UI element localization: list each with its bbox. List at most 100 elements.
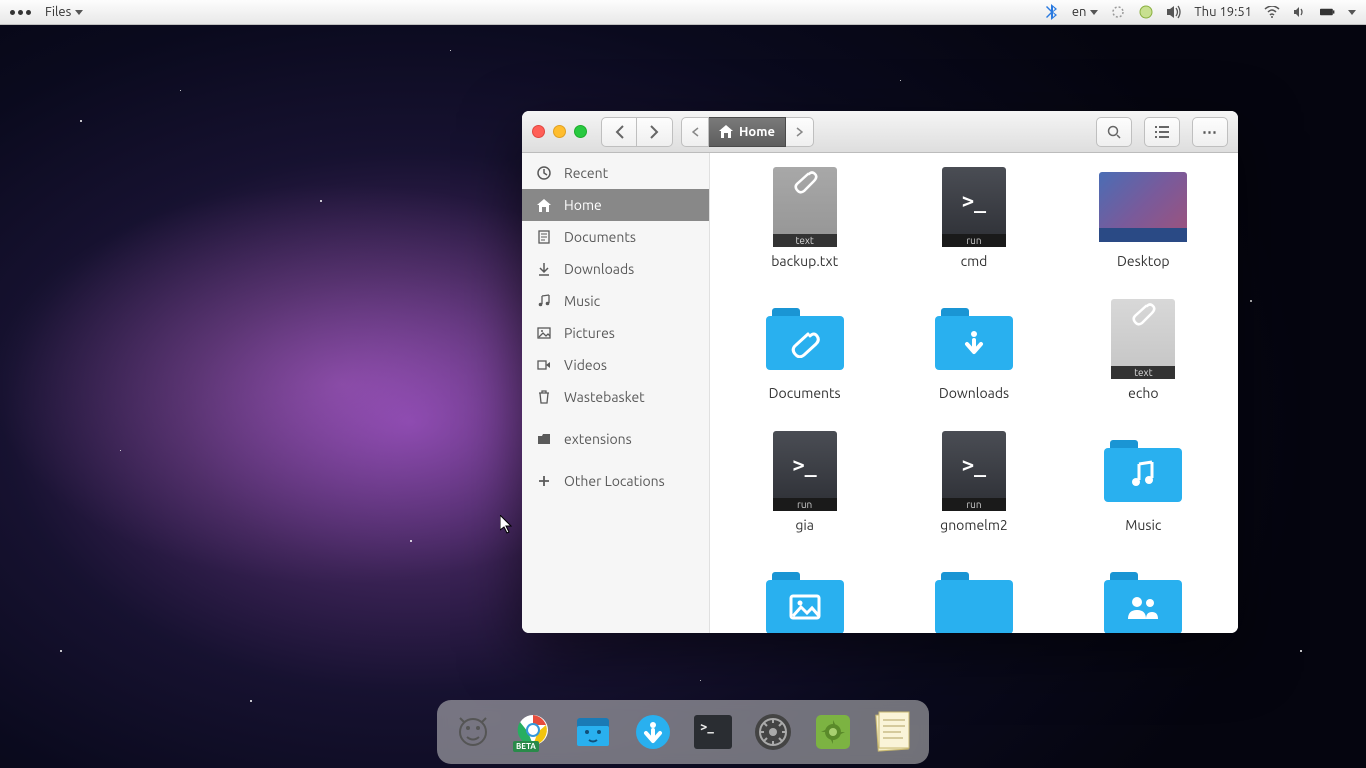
file-label: backup.txt <box>771 253 838 269</box>
chevron-down-icon <box>1090 10 1098 15</box>
hamburger-menu-button[interactable]: ⋯ <box>1192 117 1228 147</box>
sidebar-item-label: Music <box>564 293 600 309</box>
chevron-down-icon <box>75 10 83 15</box>
clock-icon <box>536 166 552 180</box>
sidebar-item-label: Home <box>564 197 602 213</box>
file-item[interactable]: Desktop <box>1069 167 1218 269</box>
wifi-icon[interactable] <box>1264 4 1280 20</box>
sidebar-item-wastebasket[interactable]: Wastebasket <box>522 381 709 413</box>
folder-icon <box>1104 572 1182 633</box>
file-item[interactable]: Downloads <box>899 299 1048 401</box>
file-item[interactable] <box>899 563 1048 633</box>
dock-tweaks[interactable] <box>807 706 859 758</box>
sidebar-item-label: Wastebasket <box>564 389 645 405</box>
file-item[interactable] <box>1069 563 1218 633</box>
file-item[interactable]: Documents <box>730 299 879 401</box>
bluetooth-icon[interactable] <box>1044 4 1060 20</box>
sidebar-item-label: Recent <box>564 165 608 181</box>
file-item[interactable]: text echo <box>1069 299 1218 401</box>
dock-software[interactable] <box>627 706 679 758</box>
script-file-icon: >_run <box>942 167 1006 247</box>
file-item[interactable]: Music <box>1069 431 1218 533</box>
sound-icon[interactable] <box>1292 4 1308 20</box>
dock: BETA >_ <box>437 700 929 764</box>
activities-button[interactable] <box>10 10 31 15</box>
dock-settings[interactable] <box>747 706 799 758</box>
system-menu-chevron-icon[interactable] <box>1348 10 1356 15</box>
volume-icon[interactable] <box>1166 4 1182 20</box>
dock-terminal[interactable]: >_ <box>687 706 739 758</box>
sidebar-item-music[interactable]: Music <box>522 285 709 317</box>
file-item[interactable] <box>730 563 879 633</box>
top-panel: Files en Thu 19:51 <box>0 0 1366 25</box>
file-label: Documents <box>769 385 841 401</box>
sidebar-item-label: Downloads <box>564 261 634 277</box>
keyboard-layout[interactable]: en <box>1072 5 1099 19</box>
file-label: Desktop <box>1117 253 1170 269</box>
file-label: gnomelm2 <box>940 517 1008 533</box>
sidebar-item-home[interactable]: Home <box>522 189 709 221</box>
script-file-icon: >_run <box>942 431 1006 511</box>
plus-icon <box>536 475 552 487</box>
file-item[interactable]: >_run gnomelm2 <box>899 431 1048 533</box>
back-button[interactable] <box>601 117 637 147</box>
sidebar-item-videos[interactable]: Videos <box>522 349 709 381</box>
dock-notes[interactable] <box>867 706 919 758</box>
sidebar-item-pictures[interactable]: Pictures <box>522 317 709 349</box>
sidebar-item-documents[interactable]: Documents <box>522 221 709 253</box>
tray-app-icon[interactable] <box>1138 4 1154 20</box>
sidebar-other-locations[interactable]: Other Locations <box>522 465 709 497</box>
vid-icon <box>536 360 552 370</box>
file-manager-window: Home ⋯ Recent Home Documents Downloads Music… <box>522 111 1238 633</box>
desktop-folder-icon <box>1099 172 1187 242</box>
file-label: echo <box>1128 385 1158 401</box>
music-icon <box>536 294 552 308</box>
view-list-button[interactable] <box>1144 117 1180 147</box>
forward-button[interactable] <box>637 117 673 147</box>
folder-icon <box>1104 440 1182 502</box>
file-label: Downloads <box>939 385 1009 401</box>
path-prev-button[interactable] <box>681 117 709 147</box>
content-area[interactable]: textbackup.txt>_runcmdDesktopDocumentsDo… <box>710 153 1238 633</box>
app-menu-label: Files <box>45 5 71 19</box>
dock-app-launcher[interactable] <box>447 706 499 758</box>
path-segment-home[interactable]: Home <box>709 117 786 147</box>
sidebar-item-label: Videos <box>564 357 607 373</box>
home-icon <box>536 199 552 212</box>
battery-icon[interactable] <box>1320 4 1336 20</box>
weather-icon[interactable] <box>1110 4 1126 20</box>
folder-icon <box>766 308 844 370</box>
home-icon <box>719 125 733 138</box>
path-bar: Home <box>681 117 814 147</box>
file-item[interactable]: >_rungia <box>730 431 879 533</box>
text-file-icon: text <box>1111 299 1175 379</box>
sidebar: Recent Home Documents Downloads Music Picture… <box>522 153 710 633</box>
pic-icon <box>536 327 552 339</box>
clock[interactable]: Thu 19:51 <box>1194 5 1252 19</box>
file-item[interactable]: text backup.txt <box>730 167 879 269</box>
script-file-icon: >_run <box>773 431 837 511</box>
dock-files[interactable] <box>567 706 619 758</box>
svg-text:>_: >_ <box>700 720 714 734</box>
file-label: cmd <box>961 253 988 269</box>
minimize-button[interactable] <box>553 125 566 138</box>
sidebar-item-recent[interactable]: Recent <box>522 157 709 189</box>
dock-chrome-beta[interactable]: BETA <box>507 706 559 758</box>
maximize-button[interactable] <box>574 125 587 138</box>
text-file-icon: text <box>773 167 837 247</box>
sidebar-item-downloads[interactable]: Downloads <box>522 253 709 285</box>
file-label: Music <box>1125 517 1161 533</box>
sidebar-item-extensions[interactable]: extensions <box>522 423 709 455</box>
folder-icon <box>536 434 552 445</box>
file-item[interactable]: >_runcmd <box>899 167 1048 269</box>
folder-icon <box>766 572 844 633</box>
close-button[interactable] <box>532 125 545 138</box>
app-menu[interactable]: Files <box>45 5 83 19</box>
path-next-button[interactable] <box>786 117 814 147</box>
search-button[interactable] <box>1096 117 1132 147</box>
sidebar-item-label: extensions <box>564 431 632 447</box>
window-titlebar[interactable]: Home ⋯ <box>522 111 1238 153</box>
folder-icon <box>935 572 1013 633</box>
folder-icon <box>935 308 1013 370</box>
sidebar-item-label: Other Locations <box>564 473 665 489</box>
